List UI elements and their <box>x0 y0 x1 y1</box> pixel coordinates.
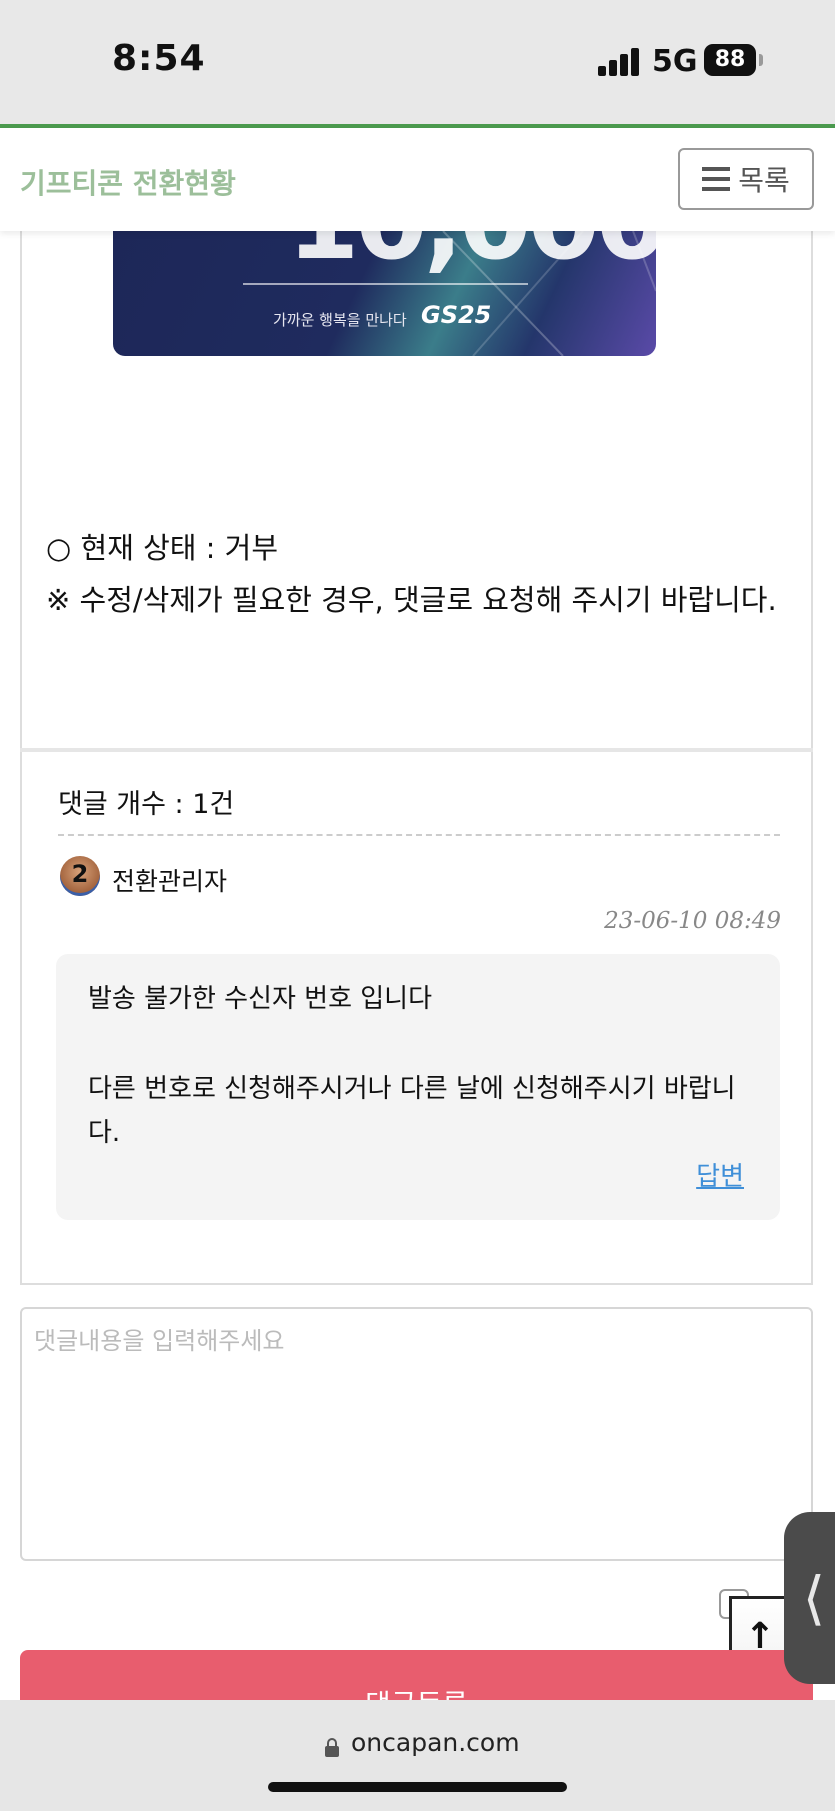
gift-card-brand: GS25 <box>421 301 492 329</box>
comment-author: 전환관리자 <box>112 867 228 896</box>
chevron-left-icon: ⟨ <box>802 1564 826 1632</box>
status-bar: 8:54 5G 88 <box>0 0 835 125</box>
post-body: 10,000 가까운 행복을 만나다 GS25 ○ 현재 상태 : 거부 ※ 수… <box>20 231 813 751</box>
list-button-label: 목록 <box>738 164 790 197</box>
browser-url-bar[interactable]: oncapan.com <box>0 1700 835 1811</box>
network-label: 5G <box>652 44 698 79</box>
comment-date: 23-06-10 08:49 <box>604 908 781 934</box>
notice-line: ※ 수정/삭제가 필요한 경우, 댓글로 요청해 주시기 바랍니다. <box>46 583 777 617</box>
dashed-divider <box>58 834 780 836</box>
status-line: ○ 현재 상태 : 거부 <box>46 531 279 565</box>
gift-card-image: 10,000 가까운 행복을 만나다 GS25 <box>113 231 656 356</box>
url-text: oncapan.com <box>351 1728 520 1757</box>
post-status-text: ○ 현재 상태 : 거부 ※ 수정/삭제가 필요한 경우, 댓글로 요청해 주시… <box>46 522 777 626</box>
comment-line-1: 발송 불가한 수신자 번호 입니다 <box>88 984 433 1014</box>
gift-card-slogan: 가까운 행복을 만나다 <box>273 311 407 329</box>
gift-card-amount: 10,000 <box>287 231 656 283</box>
battery-icon: 88 <box>704 44 756 76</box>
side-panel-handle[interactable]: ⟨ <box>784 1512 835 1684</box>
page-header: 기프티콘 전환현황 목록 <box>0 128 835 231</box>
avatar-level: 2 <box>71 860 89 888</box>
signal-icon <box>598 48 640 76</box>
page-title: 기프티콘 전환현황 <box>20 167 236 200</box>
comment-count: 댓글 개수 : 1건 <box>58 789 235 820</box>
comment-input[interactable] <box>20 1307 813 1561</box>
list-button[interactable]: 목록 <box>678 148 814 210</box>
comment-section: 댓글 개수 : 1건 2 전환관리자 23-06-10 08:49 발송 불가한… <box>20 752 813 1285</box>
comment-bubble: 발송 불가한 수신자 번호 입니다 다른 번호로 신청해주시거나 다른 날에 신… <box>56 954 780 1220</box>
comment-line-3: 다. <box>88 1118 121 1148</box>
list-icon <box>702 167 731 191</box>
status-time: 8:54 <box>112 38 206 79</box>
reply-link[interactable]: 답변 <box>696 1156 744 1193</box>
home-indicator <box>268 1782 567 1792</box>
comment-line-2: 다른 번호로 신청해주시거나 다른 날에 신청해주시기 바랍니 <box>88 1074 736 1104</box>
avatar: 2 <box>60 856 100 896</box>
gift-card-divider <box>243 283 528 285</box>
battery-tip <box>759 54 763 66</box>
lock-icon <box>325 1738 339 1757</box>
